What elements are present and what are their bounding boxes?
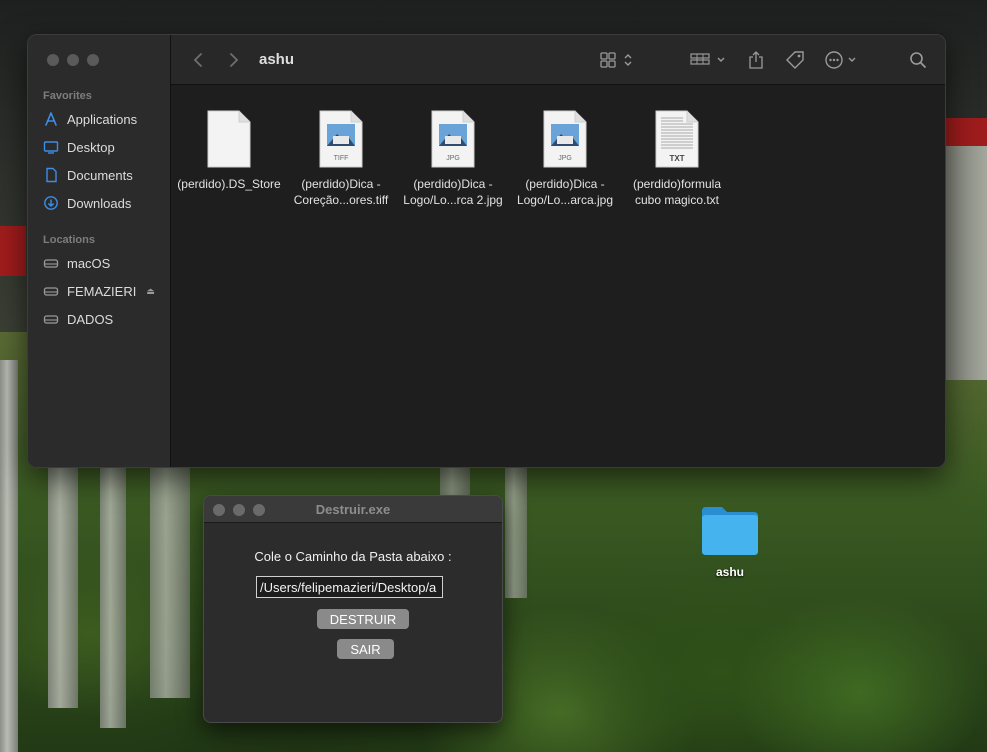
desktop-folder-label: ashu	[715, 565, 744, 579]
exit-button[interactable]: SAIR	[337, 639, 394, 659]
file-type-badge: JPG	[446, 155, 460, 162]
desktop-icon	[43, 141, 59, 154]
minimize-button[interactable]	[67, 54, 79, 66]
file-item[interactable]: JPG (perdido)Dica - Logo/Lo...rca 2.jpg	[397, 110, 509, 208]
tag-icon	[786, 51, 804, 69]
sidebar-item-macos[interactable]: macOS	[43, 252, 168, 274]
destruir-window: Destruir.exe Cole o Caminho da Pasta aba…	[203, 495, 503, 723]
blank-file-icon	[207, 110, 251, 168]
drive-icon	[43, 259, 59, 268]
zoom-button[interactable]	[87, 54, 99, 66]
folder-path-input[interactable]	[256, 576, 443, 598]
file-item[interactable]: TIFF (perdido)Dica - Coreção...ores.tiff	[285, 110, 397, 208]
document-icon	[46, 167, 57, 183]
sidebar-item-label: Applications	[67, 111, 138, 127]
downloads-icon	[44, 196, 58, 210]
dialog-titlebar: Destruir.exe	[204, 496, 502, 523]
file-name: (perdido)Dica - Coreção...ores.tiff	[293, 177, 389, 207]
dialog-title: Destruir.exe	[315, 502, 391, 517]
window-controls	[47, 54, 99, 66]
drive-icon	[43, 315, 59, 324]
sidebar-item-label: macOS	[67, 255, 111, 271]
share-icon	[749, 51, 763, 69]
group-by-button[interactable]	[690, 48, 728, 72]
image-file-icon: JPG	[543, 110, 587, 168]
more-icon	[825, 51, 856, 69]
path-prompt-label: Cole o Caminho da Pasta abaixo :	[254, 549, 452, 564]
finder-window: Favorites Applications Desktop Documents…	[27, 34, 946, 468]
chevron-left-icon	[193, 53, 202, 67]
eject-icon[interactable]: ⏏	[146, 286, 155, 297]
search-button[interactable]	[909, 48, 927, 72]
text-file-icon: TXT	[655, 110, 699, 168]
file-type-badge: JPG	[558, 155, 572, 162]
file-type-badge: TIFF	[334, 155, 349, 162]
tags-button[interactable]	[784, 48, 806, 72]
sidebar-item-dados[interactable]: DADOS	[43, 308, 168, 330]
view-mode-button[interactable]	[600, 48, 636, 72]
file-name: (perdido)formula cubo magico.txt	[632, 177, 722, 207]
sidebar-section-locations: Locations	[43, 234, 95, 246]
finder-content: (perdido).DS_Store TIFF (perdido)Dica - …	[171, 86, 945, 467]
image-file-icon: JPG	[431, 110, 475, 168]
sidebar-item-desktop[interactable]: Desktop	[43, 136, 168, 158]
grid-view-icon	[600, 52, 632, 68]
desktop-folder-item[interactable]: ashu	[697, 505, 763, 579]
file-name: (perdido).DS_Store	[177, 177, 281, 191]
sidebar-item-label: Documents	[67, 167, 133, 183]
image-file-icon: TIFF	[319, 110, 363, 168]
folder-icon	[702, 507, 758, 555]
finder-sidebar: Favorites Applications Desktop Documents…	[28, 35, 171, 467]
file-name: (perdido)Dica - Logo/Lo...arca.jpg	[516, 177, 614, 207]
file-type-badge: TXT	[669, 154, 684, 163]
close-button[interactable]	[47, 54, 59, 66]
applications-icon	[45, 112, 57, 126]
sidebar-item-label: DADOS	[67, 311, 114, 327]
forward-button[interactable]	[223, 49, 245, 71]
sidebar-item-label: Downloads	[67, 195, 132, 211]
group-icon	[690, 53, 725, 65]
sidebar-item-documents[interactable]: Documents	[43, 164, 168, 186]
file-item[interactable]: JPG (perdido)Dica - Logo/Lo...arca.jpg	[509, 110, 621, 208]
window-title: ashu	[259, 51, 295, 68]
sidebar-section-favorites: Favorites	[43, 90, 92, 102]
sidebar-item-label: Desktop	[67, 139, 115, 155]
file-item[interactable]: TXT (perdido)formula cubo magico.txt	[621, 110, 733, 208]
sidebar-item-femazieri[interactable]: FEMAZIERI ⏏	[43, 280, 168, 302]
sidebar-item-downloads[interactable]: Downloads	[43, 192, 168, 214]
file-name: (perdido)Dica - Logo/Lo...rca 2.jpg	[403, 177, 503, 207]
drive-icon	[43, 287, 59, 296]
destroy-button[interactable]: DESTRUIR	[317, 609, 409, 629]
chevron-right-icon	[230, 53, 239, 67]
search-icon	[910, 52, 926, 68]
share-button[interactable]	[748, 48, 764, 72]
more-actions-button[interactable]	[824, 48, 860, 72]
file-item[interactable]: (perdido).DS_Store	[173, 110, 285, 192]
finder-toolbar: ashu	[171, 35, 945, 85]
sidebar-item-label: FEMAZIERI	[67, 283, 137, 299]
sidebar-item-applications[interactable]: Applications	[43, 108, 168, 130]
back-button[interactable]	[187, 49, 209, 71]
